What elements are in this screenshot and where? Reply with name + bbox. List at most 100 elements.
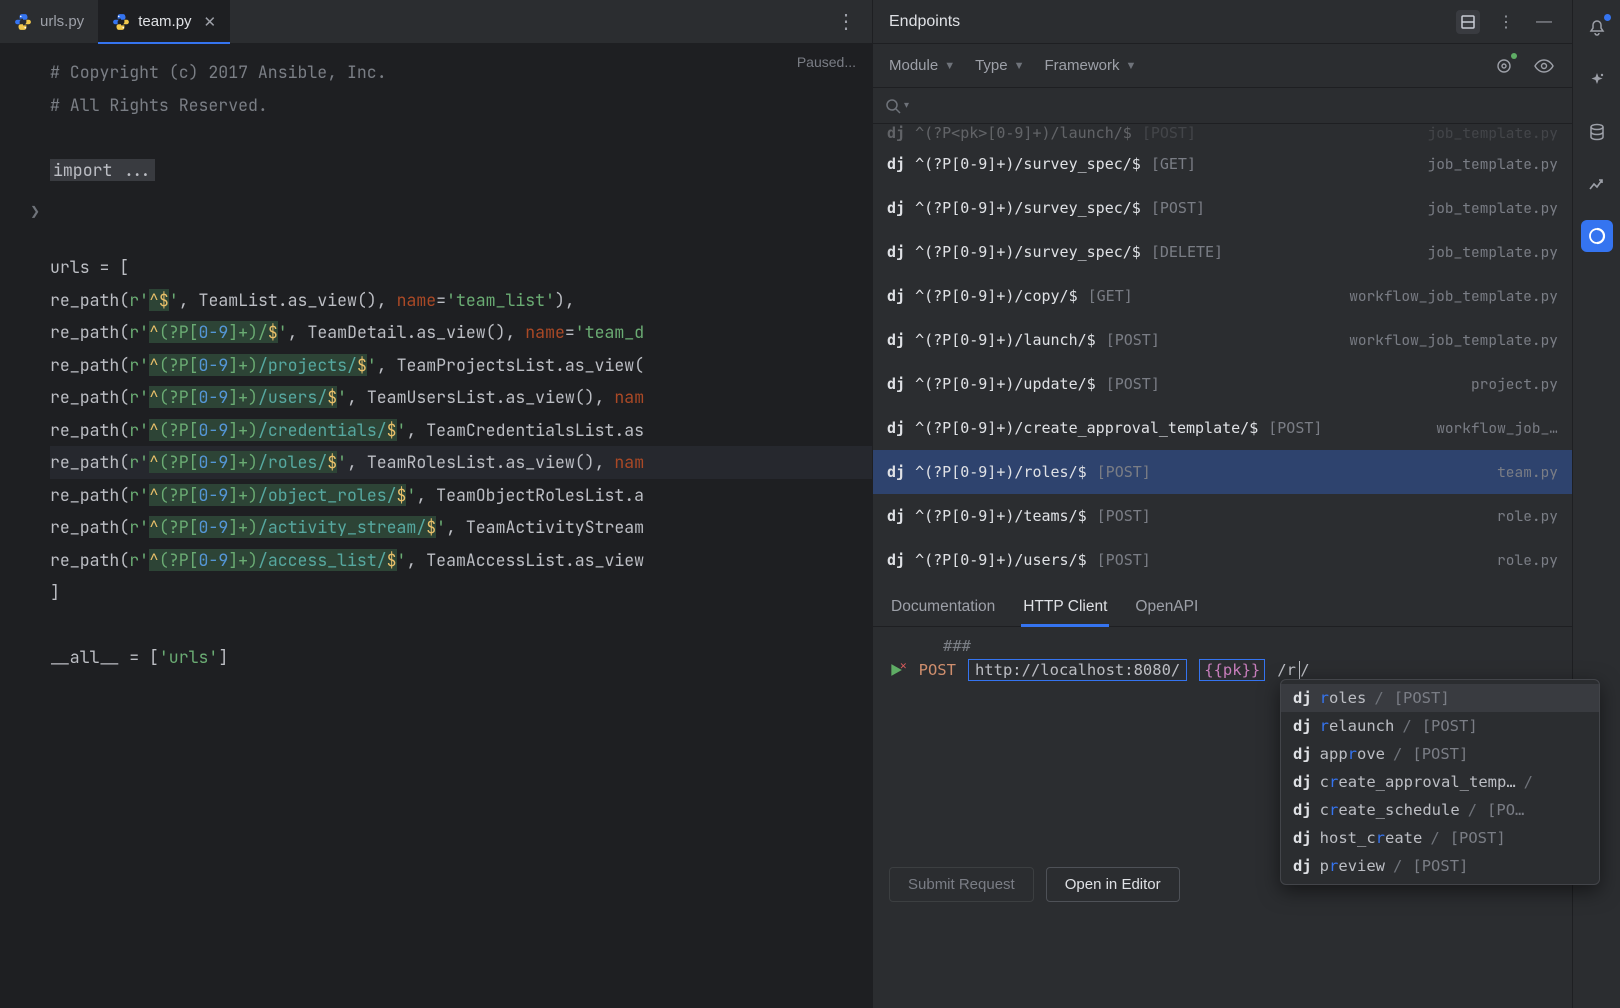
panel-search[interactable]: ▾: [873, 88, 1572, 124]
code-content[interactable]: # Copyright (c) 2017 Ansible, Inc. # All…: [0, 56, 872, 674]
tab-documentation[interactable]: Documentation: [889, 590, 997, 626]
endpoints-icon[interactable]: [1581, 220, 1613, 252]
comment-line: # Copyright (c) 2017 Ansible, Inc.: [50, 61, 387, 83]
layout-icon[interactable]: [1456, 10, 1480, 34]
search-icon: [885, 98, 901, 114]
chart-icon[interactable]: [1581, 168, 1613, 200]
code-text: __all__ = [: [50, 646, 159, 668]
autocomplete-label: relaunch: [1320, 717, 1395, 735]
endpoint-method: [POST]: [1106, 331, 1160, 349]
autocomplete-item[interactable]: djhost_create/[POST]: [1281, 824, 1599, 852]
autocomplete-item[interactable]: djapprove/[POST]: [1281, 740, 1599, 768]
folded-import[interactable]: import ...: [50, 159, 155, 181]
http-path-suffix[interactable]: /r /: [1277, 661, 1309, 679]
endpoint-file: role.py: [1497, 551, 1558, 570]
endpoint-row[interactable]: dj ^(?P<pk>[0-9]+)/launch/$ [POST] job_t…: [873, 124, 1572, 142]
editor-tab-bar: urls.py team.py ✕ ⋮: [0, 0, 872, 44]
code-line[interactable]: re_path(r'^(?P[0-9]+)/$', TeamDetail.as_…: [50, 316, 872, 349]
code-line[interactable]: re_path(r'^(?P[0-9]+)/access_list/$', Te…: [50, 544, 872, 577]
endpoint-method: [GET]: [1151, 155, 1196, 173]
run-icon[interactable]: ✕: [889, 663, 907, 677]
endpoint-path: ^(?P[0-9]+)/users/$: [915, 551, 1087, 569]
tab-label: team.py: [138, 13, 191, 30]
notifications-icon[interactable]: [1581, 12, 1613, 44]
autocomplete-item[interactable]: djpreview/[POST]: [1281, 852, 1599, 880]
submit-request-button[interactable]: Submit Request: [889, 867, 1034, 902]
endpoint-file: workflow_job_template.py: [1349, 287, 1558, 306]
autocomplete-framework-icon: dj: [1293, 717, 1312, 735]
endpoint-method: [POST]: [1097, 507, 1151, 525]
endpoint-row[interactable]: dj^(?P[0-9]+)/survey_spec/$[DELETE]job_t…: [873, 230, 1572, 274]
http-variable[interactable]: {{pk}}: [1199, 659, 1265, 681]
open-in-editor-button[interactable]: Open in Editor: [1046, 867, 1180, 902]
endpoint-file: role.py: [1497, 507, 1558, 526]
python-icon: [112, 13, 130, 31]
code-str: 'team_list': [446, 289, 555, 311]
editor-tab-urls[interactable]: urls.py: [0, 0, 98, 44]
endpoint-row[interactable]: dj^(?P[0-9]+)/update/$[POST]project.py: [873, 362, 1572, 406]
target-icon[interactable]: [1492, 54, 1516, 78]
endpoint-file: job_template.py: [1428, 199, 1559, 218]
autocomplete-item[interactable]: djroles/[POST]: [1281, 684, 1599, 712]
filter-type[interactable]: Type▼: [975, 57, 1024, 74]
code-text: ]: [50, 581, 60, 603]
editor-tab-team[interactable]: team.py ✕: [98, 0, 230, 44]
code-line[interactable]: re_path(r'^(?P[0-9]+)/roles/$', TeamRole…: [50, 446, 872, 479]
editor-body[interactable]: Paused... ❯ # Copyright (c) 2017 Ansible…: [0, 44, 872, 1008]
endpoint-row[interactable]: dj^(?P[0-9]+)/copy/$[GET]workflow_job_te…: [873, 274, 1572, 318]
minimize-icon[interactable]: —: [1532, 10, 1556, 34]
autocomplete-item[interactable]: djrelaunch/[POST]: [1281, 712, 1599, 740]
endpoint-row[interactable]: dj^(?P[0-9]+)/roles/$[POST]team.py: [873, 450, 1572, 494]
endpoint-row[interactable]: dj^(?P[0-9]+)/teams/$[POST]role.py: [873, 494, 1572, 538]
endpoint-path: ^(?P[0-9]+)/update/$: [915, 375, 1096, 393]
code-line[interactable]: re_path(r'^(?P[0-9]+)/object_roles/$', T…: [50, 479, 872, 512]
http-url-input[interactable]: http://localhost:8080/: [968, 659, 1187, 681]
tab-http-client[interactable]: HTTP Client: [1021, 590, 1109, 626]
tab-openapi[interactable]: OpenAPI: [1133, 590, 1200, 626]
endpoint-framework-icon: dj: [887, 419, 905, 437]
autocomplete-method: [POST]: [1394, 689, 1450, 707]
close-icon[interactable]: ✕: [204, 13, 217, 31]
filter-label: Module: [889, 57, 938, 74]
code-line[interactable]: re_path(r'^(?P[0-9]+)/projects/$', TeamP…: [50, 349, 872, 382]
code-line[interactable]: re_path(r'^(?P[0-9]+)/users/$', TeamUser…: [50, 381, 872, 414]
ai-assistant-icon[interactable]: [1581, 64, 1613, 96]
code-line[interactable]: re_path(r'^(?P[0-9]+)/credentials/$', Te…: [50, 414, 872, 447]
endpoint-framework-icon: dj: [887, 331, 905, 349]
endpoint-row[interactable]: dj^(?P[0-9]+)/survey_spec/$[GET]job_temp…: [873, 142, 1572, 186]
filter-framework[interactable]: Framework▼: [1045, 57, 1137, 74]
autocomplete-item[interactable]: djcreate_approval_temp…/: [1281, 768, 1599, 796]
endpoint-path: ^(?P[0-9]+)/survey_spec/$: [915, 199, 1141, 217]
endpoint-framework-icon: dj: [887, 551, 905, 569]
chevron-down-icon: ▼: [1126, 60, 1137, 72]
panel-header: Endpoints ⋮ —: [873, 0, 1572, 44]
endpoint-row[interactable]: dj^(?P[0-9]+)/users/$[POST]role.py: [873, 538, 1572, 582]
endpoint-file: job_template.py: [1428, 124, 1559, 142]
endpoint-row[interactable]: dj^(?P[0-9]+)/survey_spec/$[POST]job_tem…: [873, 186, 1572, 230]
endpoint-framework-icon: dj: [887, 243, 905, 261]
filter-module[interactable]: Module▼: [889, 57, 955, 74]
autocomplete-label: preview: [1320, 857, 1385, 875]
autocomplete-item[interactable]: djcreate_schedule/[PO…: [1281, 796, 1599, 824]
endpoint-row[interactable]: dj^(?P[0-9]+)/create_approval_template/$…: [873, 406, 1572, 450]
code-str: 'urls': [159, 646, 218, 668]
endpoint-path: ^(?P<pk>[0-9]+)/launch/$: [915, 124, 1132, 142]
code-line[interactable]: re_path(r'^(?P[0-9]+)/activity_stream/$'…: [50, 511, 872, 544]
endpoint-path: ^(?P[0-9]+)/roles/$: [915, 463, 1087, 481]
panel-filters: Module▼ Type▼ Framework▼: [873, 44, 1572, 88]
endpoint-list[interactable]: dj ^(?P<pk>[0-9]+)/launch/$ [POST] job_t…: [873, 124, 1572, 582]
autocomplete-popup: djroles/[POST]djrelaunch/[POST]djapprove…: [1280, 679, 1600, 885]
endpoint-file: workflow_job_template.py: [1349, 331, 1558, 350]
endpoint-method: [POST]: [1151, 199, 1205, 217]
endpoint-path: ^(?P[0-9]+)/survey_spec/$: [915, 155, 1141, 173]
filter-label: Type: [975, 57, 1008, 74]
more-icon[interactable]: ⋮: [1494, 10, 1518, 34]
eye-icon[interactable]: [1532, 54, 1556, 78]
endpoint-file: workflow_job_…: [1436, 419, 1558, 438]
fold-expand-icon[interactable]: ❯: [30, 204, 40, 218]
tab-overflow-button[interactable]: ⋮: [820, 9, 872, 34]
database-icon[interactable]: [1581, 116, 1613, 148]
endpoint-method: [POST]: [1097, 463, 1151, 481]
endpoint-row[interactable]: dj^(?P[0-9]+)/launch/$[POST]workflow_job…: [873, 318, 1572, 362]
autocomplete-framework-icon: dj: [1293, 857, 1312, 875]
